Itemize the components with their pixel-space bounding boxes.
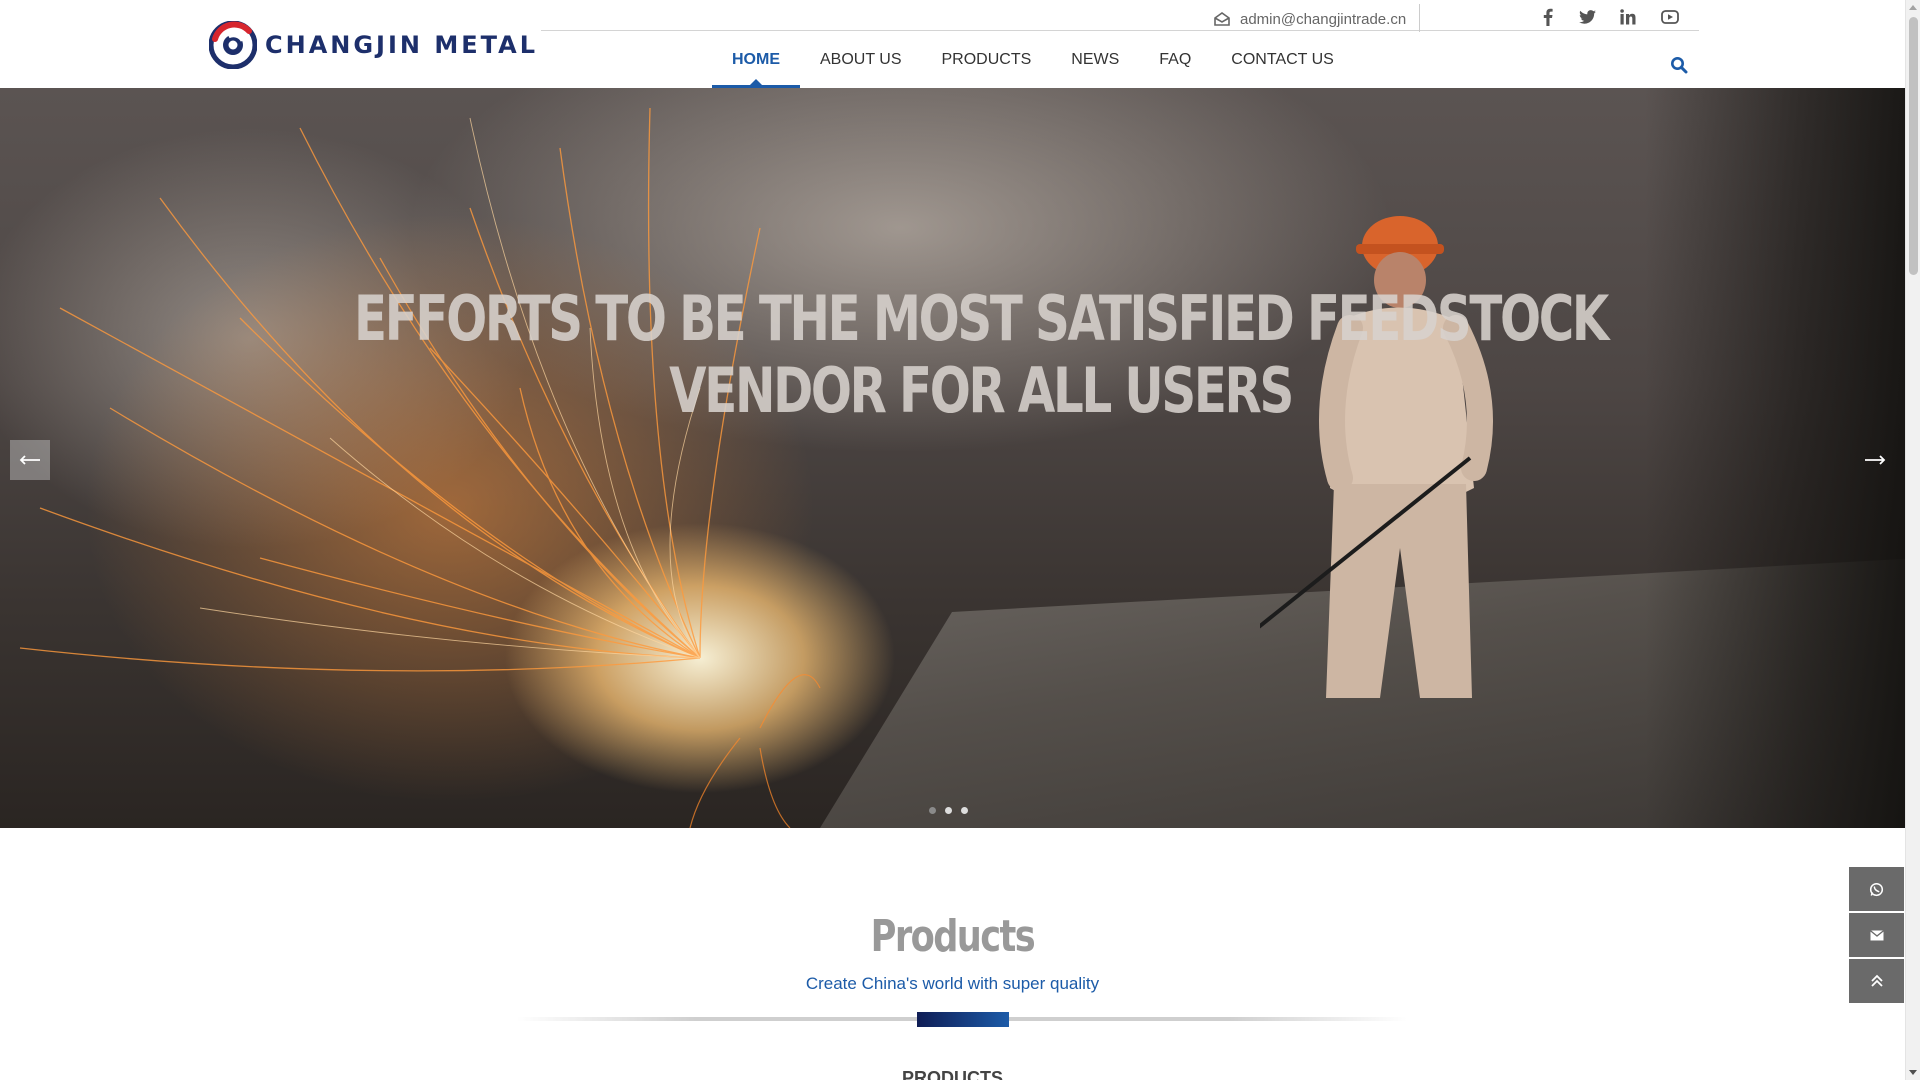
products-category-label: PRODUCTS [901, 1068, 1003, 1080]
page-scrollbar[interactable] [1905, 0, 1920, 1080]
email-icon [1869, 929, 1884, 940]
whatsapp-button[interactable] [1849, 867, 1904, 911]
scroll-down-icon[interactable] [1909, 1070, 1917, 1075]
slider-dot-3[interactable] [961, 807, 968, 814]
twitter-icon[interactable] [1575, 5, 1599, 29]
hero-worker-image [1260, 216, 1493, 698]
site-header: CHANGJIN METAL admin@changjintrade.cn HO… [0, 0, 1905, 88]
email-text: admin@changjintrade.cn [1240, 10, 1407, 28]
hero-slider[interactable]: EFFORTS TO BE THE MOST SATISFIED FEEDSTO… [0, 88, 1905, 828]
slider-prev-button[interactable] [10, 440, 50, 480]
nav-products[interactable]: PRODUCTS [922, 32, 1052, 88]
header-divider [541, 30, 1699, 31]
hero-title-line-2: VENDOR FOR ALL USERS [669, 354, 1294, 427]
products-section-subtitle: Create China's world with super quality [805, 974, 1100, 993]
hero-title: EFFORTS TO BE THE MOST SATISFIED FEEDSTO… [238, 283, 1724, 427]
arrow-left-icon [19, 455, 40, 465]
back-to-top-icon [1870, 974, 1883, 987]
hero-title-line-1: EFFORTS TO BE THE MOST SATISFIED FEEDSTO… [354, 282, 1609, 355]
search-icon[interactable] [1670, 56, 1690, 76]
nav-faq[interactable]: FAQ [1139, 32, 1211, 88]
logo-text: CHANGJIN METAL [265, 31, 539, 59]
back-to-top-button[interactable] [1849, 959, 1904, 1003]
nav-news[interactable]: NEWS [1051, 32, 1139, 88]
page: CHANGJIN METAL admin@changjintrade.cn HO… [0, 0, 1920, 1080]
whatsapp-icon [1869, 882, 1884, 896]
viewport: CHANGJIN METAL admin@changjintrade.cn HO… [0, 0, 1905, 1080]
products-section-title: Products [870, 911, 1036, 962]
logo-mark-icon [208, 20, 258, 70]
scroll-up-icon[interactable] [1909, 5, 1917, 10]
slider-dot-1[interactable] [929, 807, 936, 814]
topbar-separator [1419, 4, 1420, 32]
youtube-icon[interactable] [1658, 5, 1682, 29]
nav-home[interactable]: HOME [712, 32, 800, 88]
facebook-icon[interactable] [1536, 5, 1560, 29]
scrollbar-thumb[interactable] [1909, 17, 1918, 275]
email-button[interactable] [1849, 913, 1904, 957]
slider-next-button[interactable] [1855, 440, 1895, 480]
slider-pagination [929, 807, 968, 814]
slider-dot-2[interactable] [945, 807, 952, 814]
header-email[interactable]: admin@changjintrade.cn [1214, 8, 1406, 30]
arrow-right-icon [1865, 455, 1886, 465]
logo[interactable]: CHANGJIN METAL [208, 20, 539, 70]
linkedin-icon[interactable] [1616, 5, 1640, 29]
nav-about-us[interactable]: ABOUT US [800, 32, 922, 88]
nav-contact-us[interactable]: CONTACT US [1211, 32, 1354, 88]
section-divider-accent [917, 1012, 1009, 1027]
main-nav: HOME ABOUT US PRODUCTS NEWS FAQ CONTACT … [712, 32, 1354, 88]
envelope-open-icon [1214, 12, 1230, 26]
